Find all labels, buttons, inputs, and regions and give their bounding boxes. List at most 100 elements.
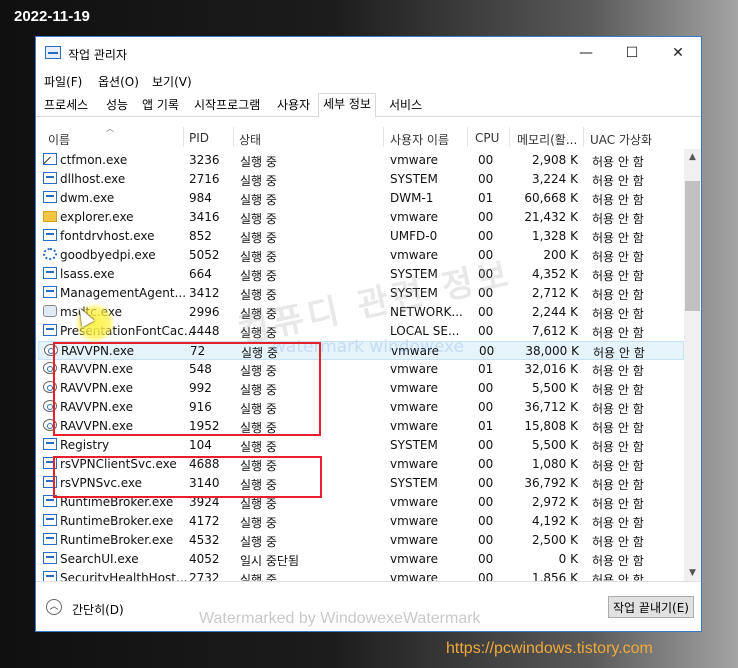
column-header-row: ︿ 이름 PID 상태 사용자 이름 CPU 메모리(활... UAC 가상화 <box>36 124 701 149</box>
tab-users[interactable]: 사용자 <box>273 95 314 115</box>
process-uac: 허용 안 함 <box>592 174 644 188</box>
process-memory: 5,500 K <box>531 438 578 452</box>
col-pid[interactable]: PID <box>189 131 209 145</box>
process-name: ManagementAgent... <box>60 286 187 300</box>
highlight-box-rsvpn <box>53 456 322 498</box>
process-uac: 허용 안 함 <box>592 364 644 378</box>
process-uac: 허용 안 함 <box>592 478 644 492</box>
process-status: 실행 중 <box>240 155 277 169</box>
process-row[interactable]: ctfmon.exe 3236 실행 중 vmware 00 2,908 K 허용 안 함 <box>38 151 684 170</box>
tab-details[interactable]: 세부 정보 <box>318 93 376 118</box>
process-uac: 허용 안 함 <box>592 516 644 530</box>
process-status: 실행 중 <box>240 250 277 264</box>
process-name: Registry <box>60 438 110 452</box>
close-button[interactable]: ✕ <box>655 37 701 69</box>
scroll-up-icon[interactable]: ▲ <box>684 149 701 165</box>
process-row[interactable]: dwm.exe 984 실행 중 DWM-1 01 60,668 K 허용 안 함 <box>38 189 684 208</box>
process-row[interactable]: SearchUI.exe 4052 일시 중단됨 vmware 00 0 K 허용 안 함 <box>38 550 684 569</box>
process-pid: 664 <box>189 267 212 281</box>
process-row[interactable]: goodbyedpi.exe 5052 실행 중 vmware 00 200 K 허용 안 … <box>38 246 684 265</box>
process-uac: 허용 안 함 <box>592 212 644 226</box>
tab-startup[interactable]: 시작프로그램 <box>190 95 264 115</box>
process-row[interactable]: fontdrvhost.exe 852 실행 중 UMFD-0 00 1,328 K 허용 … <box>38 227 684 246</box>
col-memory[interactable]: 메모리(활... <box>517 131 577 148</box>
process-cpu: 00 <box>478 552 494 566</box>
menu-view[interactable]: 보기(V) <box>152 73 192 90</box>
vertical-scrollbar[interactable]: ▲ ▼ <box>684 149 701 581</box>
window-title: 작업 관리자 <box>68 48 128 62</box>
process-uac: 허용 안 함 <box>592 402 644 416</box>
tab-app-history[interactable]: 앱 기록 <box>138 95 183 115</box>
menu-options[interactable]: 옵션(O) <box>98 73 139 90</box>
process-memory: 36,712 K <box>524 400 578 414</box>
column-divider[interactable] <box>383 127 384 147</box>
end-task-button[interactable]: 작업 끝내기(E) <box>608 596 694 618</box>
process-pid: 3236 <box>189 153 220 167</box>
process-status: 실행 중 <box>240 440 277 454</box>
column-divider[interactable] <box>233 127 234 147</box>
column-divider[interactable] <box>509 127 510 147</box>
fewer-details-link[interactable]: 간단히(D) <box>72 601 124 618</box>
process-uac: 허용 안 함 <box>593 346 645 360</box>
process-username: LOCAL SE... <box>390 324 460 338</box>
process-pid: 2716 <box>189 172 220 186</box>
maximize-button[interactable]: ☐ <box>609 37 655 69</box>
process-cpu: 00 <box>478 172 494 186</box>
col-status[interactable]: 상태 <box>239 131 261 148</box>
process-memory: 32,016 K <box>524 362 578 376</box>
process-username: vmware <box>390 514 439 528</box>
process-row[interactable]: dllhost.exe 2716 실행 중 SYSTEM 00 3,224 K 허용 안 함 <box>38 170 684 189</box>
chevron-up-icon[interactable]: ︿ <box>46 599 62 615</box>
overlay-date: 2022-11-19 <box>14 8 90 25</box>
col-username[interactable]: 사용자 이름 <box>390 131 449 148</box>
column-divider[interactable] <box>183 127 184 147</box>
process-pid: 4172 <box>189 514 220 528</box>
process-status: 실행 중 <box>240 174 277 188</box>
process-memory: 2,500 K <box>531 533 578 547</box>
process-row[interactable]: Registry 104 실행 중 SYSTEM 00 5,500 K 허용 안 함 <box>38 436 684 455</box>
process-row[interactable]: RuntimeBroker.exe 4172 실행 중 vmware 00 4,192 K… <box>38 512 684 531</box>
process-uac: 허용 안 함 <box>592 497 644 511</box>
process-uac: 허용 안 함 <box>592 554 644 568</box>
process-name: dwm.exe <box>60 191 115 205</box>
process-cpu: 00 <box>478 495 494 509</box>
tab-performance[interactable]: 성능 <box>102 95 132 115</box>
process-memory: 36,792 K <box>524 476 578 490</box>
process-uac: 허용 안 함 <box>592 326 644 340</box>
process-username: SYSTEM <box>390 172 438 186</box>
title-bar[interactable]: 작업 관리자 — ☐ ✕ <box>36 37 701 70</box>
process-memory: 5,500 K <box>531 381 578 395</box>
process-memory: 2,972 K <box>531 495 578 509</box>
footer-bar: ︿ 간단히(D) Watermarked by WindowexeWaterma… <box>36 581 701 631</box>
tab-services[interactable]: 서비스 <box>385 95 426 115</box>
process-uac: 허용 안 함 <box>592 269 644 283</box>
process-memory: 7,612 K <box>531 324 578 338</box>
col-name[interactable]: 이름 <box>48 131 70 148</box>
process-row[interactable]: explorer.exe 3416 실행 중 vmware 00 21,432 K 허용 안… <box>38 208 684 227</box>
process-row[interactable]: RuntimeBroker.exe 4532 실행 중 vmware 00 2,500 K… <box>38 531 684 550</box>
menu-file[interactable]: 파일(F) <box>44 73 82 90</box>
process-pid: 4532 <box>189 533 220 547</box>
process-uac: 허용 안 함 <box>592 421 644 435</box>
tab-processes[interactable]: 프로세스 <box>40 95 92 115</box>
process-memory: 4,192 K <box>531 514 578 528</box>
footer-watermark: Watermarked by WindowexeWatermark <box>199 610 481 627</box>
scroll-thumb[interactable] <box>685 181 700 311</box>
process-username: vmware <box>390 381 439 395</box>
process-name: goodbyedpi.exe <box>60 248 156 262</box>
process-cpu: 00 <box>479 344 495 358</box>
minimize-button[interactable]: — <box>563 37 609 69</box>
app-icon <box>43 571 57 581</box>
process-row[interactable]: SecurityHealthHost... 2732 실행 중 vmware 00 1,8… <box>38 569 684 581</box>
tab-bar: 프로세스 성능 앱 기록 시작프로그램 사용자 세부 정보 서비스 <box>36 92 701 118</box>
network-icon <box>43 305 57 317</box>
process-name: lsass.exe <box>60 267 115 281</box>
app-icon <box>43 191 57 203</box>
col-cpu[interactable]: CPU <box>475 131 499 145</box>
column-divider[interactable] <box>583 127 584 147</box>
column-divider[interactable] <box>467 127 468 147</box>
col-uac[interactable]: UAC 가상화 <box>590 131 652 148</box>
process-cpu: 01 <box>478 362 494 376</box>
scroll-down-icon[interactable]: ▼ <box>684 565 701 581</box>
process-username: vmware <box>390 457 439 471</box>
